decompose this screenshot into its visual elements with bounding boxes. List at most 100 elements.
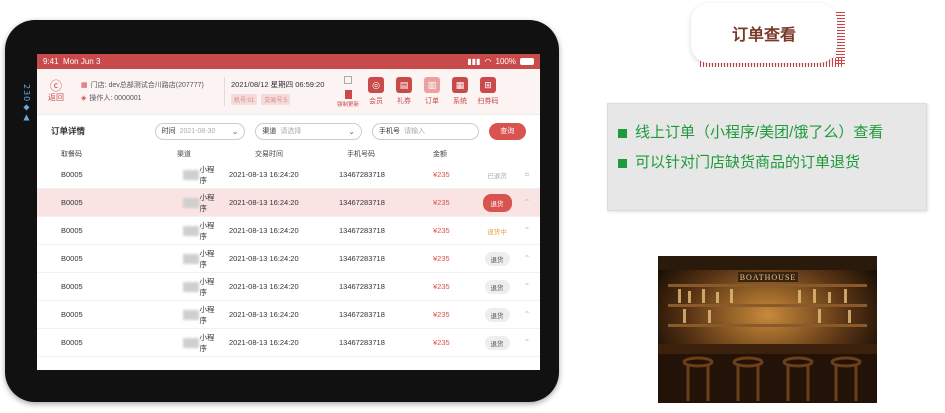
phone-number: 13467283718 xyxy=(339,170,385,179)
blurred-logo xyxy=(183,225,199,236)
table-row[interactable]: B0005 小程序 2021-08-13 16:24:20 13467283718 ¥2… xyxy=(37,301,540,329)
force-update-button[interactable]: 强制更新 xyxy=(335,75,361,108)
table-header: 取餐码 渠道 交易时间 手机号码 金额 xyxy=(37,147,540,161)
back-button[interactable]: ⓒ 返回 xyxy=(37,80,75,103)
amount: ¥235 xyxy=(433,282,450,291)
phone-number: 13467283718 xyxy=(339,338,385,347)
restaurant-bar-photo: BOATHOUSE xyxy=(658,256,877,403)
tool-order[interactable]: ▥ 订单 xyxy=(421,77,443,106)
table-row[interactable]: B0005 小程序 2021-08-13 16:24:20 13467283718 ¥2… xyxy=(37,189,540,217)
return-button[interactable]: 退货 xyxy=(484,307,510,322)
pickup-code: B0005 xyxy=(61,226,83,235)
return-button[interactable]: 退货 xyxy=(482,193,512,212)
channel-text: 小程序 xyxy=(199,248,215,269)
table-row[interactable]: B0005 小程序 2021-08-13 16:24:20 13467283718 ¥2… xyxy=(37,161,540,189)
header-amount: 金额 xyxy=(433,151,447,158)
return-button[interactable]: 退货 xyxy=(484,335,510,350)
feature-item: 线上订单（小程序/美团/饿了么）查看 xyxy=(618,118,916,148)
app-header: ⓒ 返回 ▦ 门店: dev总部测试合川路店(207777) ◈ 操作人: 0000… xyxy=(37,69,540,115)
channel-text: 小程序 xyxy=(199,304,215,325)
pickup-code: B0005 xyxy=(61,198,83,207)
chevron-up-icon[interactable]: ⌃ xyxy=(517,338,537,347)
blurred-logo xyxy=(183,169,199,180)
store-icon: ▦ xyxy=(81,82,88,89)
feature-item: 可以针对门店缺货商品的订单退货 xyxy=(618,148,916,178)
operator-name: 操作人: 0000001 xyxy=(89,95,142,102)
channel-cell: 小程序 xyxy=(99,304,217,326)
amount: ¥235 xyxy=(433,254,450,263)
channel-cell: 小程序 xyxy=(99,164,217,186)
blurred-logo xyxy=(183,337,199,348)
status-time: 9:41 xyxy=(43,57,59,66)
time-label: 时间 xyxy=(161,128,176,135)
blurred-logo xyxy=(183,309,199,320)
tool-member[interactable]: ◎ 会员 xyxy=(365,77,387,106)
operator-icon: ◈ xyxy=(81,95,87,102)
tablet-screen: 9:41 Mon Jun 3 ▮▮▮ ◠ 100% ⓒ 返回 ▦ 门店: dev总… xyxy=(37,54,540,370)
feature-text: 线上订单（小程序/美团/饿了么）查看 xyxy=(635,124,884,141)
datetime-box: 2021/08/12 星期四 06:59:20 机号:01 交易号:5 xyxy=(225,79,335,105)
transaction-time: 2021-08-13 16:24:20 xyxy=(229,310,299,319)
table-row[interactable]: B0005 小程序 2021-08-13 16:24:20 13467283718 ¥2… xyxy=(37,273,540,301)
toolbar: ◎ 会员 ▤ 礼券 ▥ 订单 ▦ 系统 ⊞ 扫券码 xyxy=(361,77,499,106)
query-button[interactable]: 查询 xyxy=(488,122,527,140)
tool-label: 系统 xyxy=(453,98,467,105)
scan-icon: ⊞ xyxy=(480,77,496,93)
return-button[interactable]: 退货 xyxy=(484,251,510,266)
channel-filter[interactable]: 渠道 请选择 ⌄ xyxy=(255,122,362,140)
return-button[interactable]: 退货 xyxy=(484,279,510,294)
amount: ¥235 xyxy=(433,338,450,347)
system-icon: ▦ xyxy=(452,77,468,93)
order-table-body: B0005 小程序 2021-08-13 16:24:20 13467283718 ¥2… xyxy=(37,161,540,357)
tool-coupon[interactable]: ▤ 礼券 xyxy=(393,77,415,106)
tablet-side-logo: 230◆▲ xyxy=(22,84,31,123)
blurred-logo xyxy=(183,253,199,264)
tool-label: 礼券 xyxy=(397,98,411,105)
tool-label: 扫券码 xyxy=(477,98,499,105)
transaction-time: 2021-08-13 16:24:20 xyxy=(229,338,299,347)
channel-cell: 小程序 xyxy=(99,248,217,270)
return-status: 退货中 xyxy=(487,228,507,236)
table-row[interactable]: B0005 小程序 2021-08-13 16:24:20 13467283718 ¥2… xyxy=(37,245,540,273)
chevron-down-icon: ⌄ xyxy=(348,126,355,136)
tool-label: 会员 xyxy=(369,98,383,105)
channel-cell: 小程序 xyxy=(99,276,217,298)
member-icon: ◎ xyxy=(368,77,384,93)
table-row[interactable]: B0005 小程序 2021-08-13 16:24:20 13467283718 ¥2… xyxy=(37,217,540,245)
channel-text: 小程序 xyxy=(199,276,215,297)
phone-number: 13467283718 xyxy=(339,254,385,263)
header-time: 交易时间 xyxy=(255,151,283,158)
channel-text: 小程序 xyxy=(199,332,215,353)
wifi-icon: ◠ xyxy=(484,57,492,66)
transaction-tag: 交易号:5 xyxy=(261,93,291,105)
chevron-up-icon[interactable]: ⌃ xyxy=(517,226,537,235)
phone-number: 13467283718 xyxy=(339,226,385,235)
feature-text: 可以针对门店缺货商品的订单退货 xyxy=(635,154,861,171)
time-filter[interactable]: 时间 2021-08-30 ⌄ xyxy=(154,122,246,140)
bar-photo-illustration: BOATHOUSE xyxy=(658,256,877,403)
chevron-up-icon[interactable]: ⌃ xyxy=(517,198,537,207)
phone-number: 13467283718 xyxy=(339,282,385,291)
datetime-text: 2021/08/12 星期四 06:59:20 xyxy=(231,79,325,89)
store-name: 门店: dev总部测试合川路店(207777) xyxy=(90,82,204,89)
chevron-up-icon[interactable]: ⌃ xyxy=(517,310,537,319)
phone-filter[interactable]: 手机号 请输入 xyxy=(372,122,479,140)
back-icon: ⓒ xyxy=(49,79,62,93)
pickup-code: B0005 xyxy=(61,310,83,319)
chevron-up-icon[interactable]: ⌃ xyxy=(517,254,537,263)
channel-cell: 小程序 xyxy=(99,220,217,242)
slide-title: 订单查看 xyxy=(691,3,837,63)
feature-list: 线上订单（小程序/美团/饿了么）查看 可以针对门店缺货商品的订单退货 xyxy=(607,103,927,211)
header-phone: 手机号码 xyxy=(347,151,375,158)
expand-icon[interactable]: ⌗ xyxy=(517,170,537,180)
store-info: ▦ 门店: dev总部测试合川路店(207777) ◈ 操作人: 0000001 xyxy=(75,77,225,106)
blurred-logo xyxy=(183,281,199,292)
amount: ¥235 xyxy=(433,310,450,319)
signal-icon: ▮▮▮ xyxy=(467,57,481,66)
table-row[interactable]: B0005 小程序 2021-08-13 16:24:20 13467283718 ¥2… xyxy=(37,329,540,357)
coupon-icon: ▤ xyxy=(396,77,412,93)
chevron-up-icon[interactable]: ⌃ xyxy=(517,282,537,291)
channel-label: 渠道 xyxy=(262,128,277,135)
tool-scan[interactable]: ⊞ 扫券码 xyxy=(477,77,499,106)
tool-system[interactable]: ▦ 系统 xyxy=(449,77,471,106)
